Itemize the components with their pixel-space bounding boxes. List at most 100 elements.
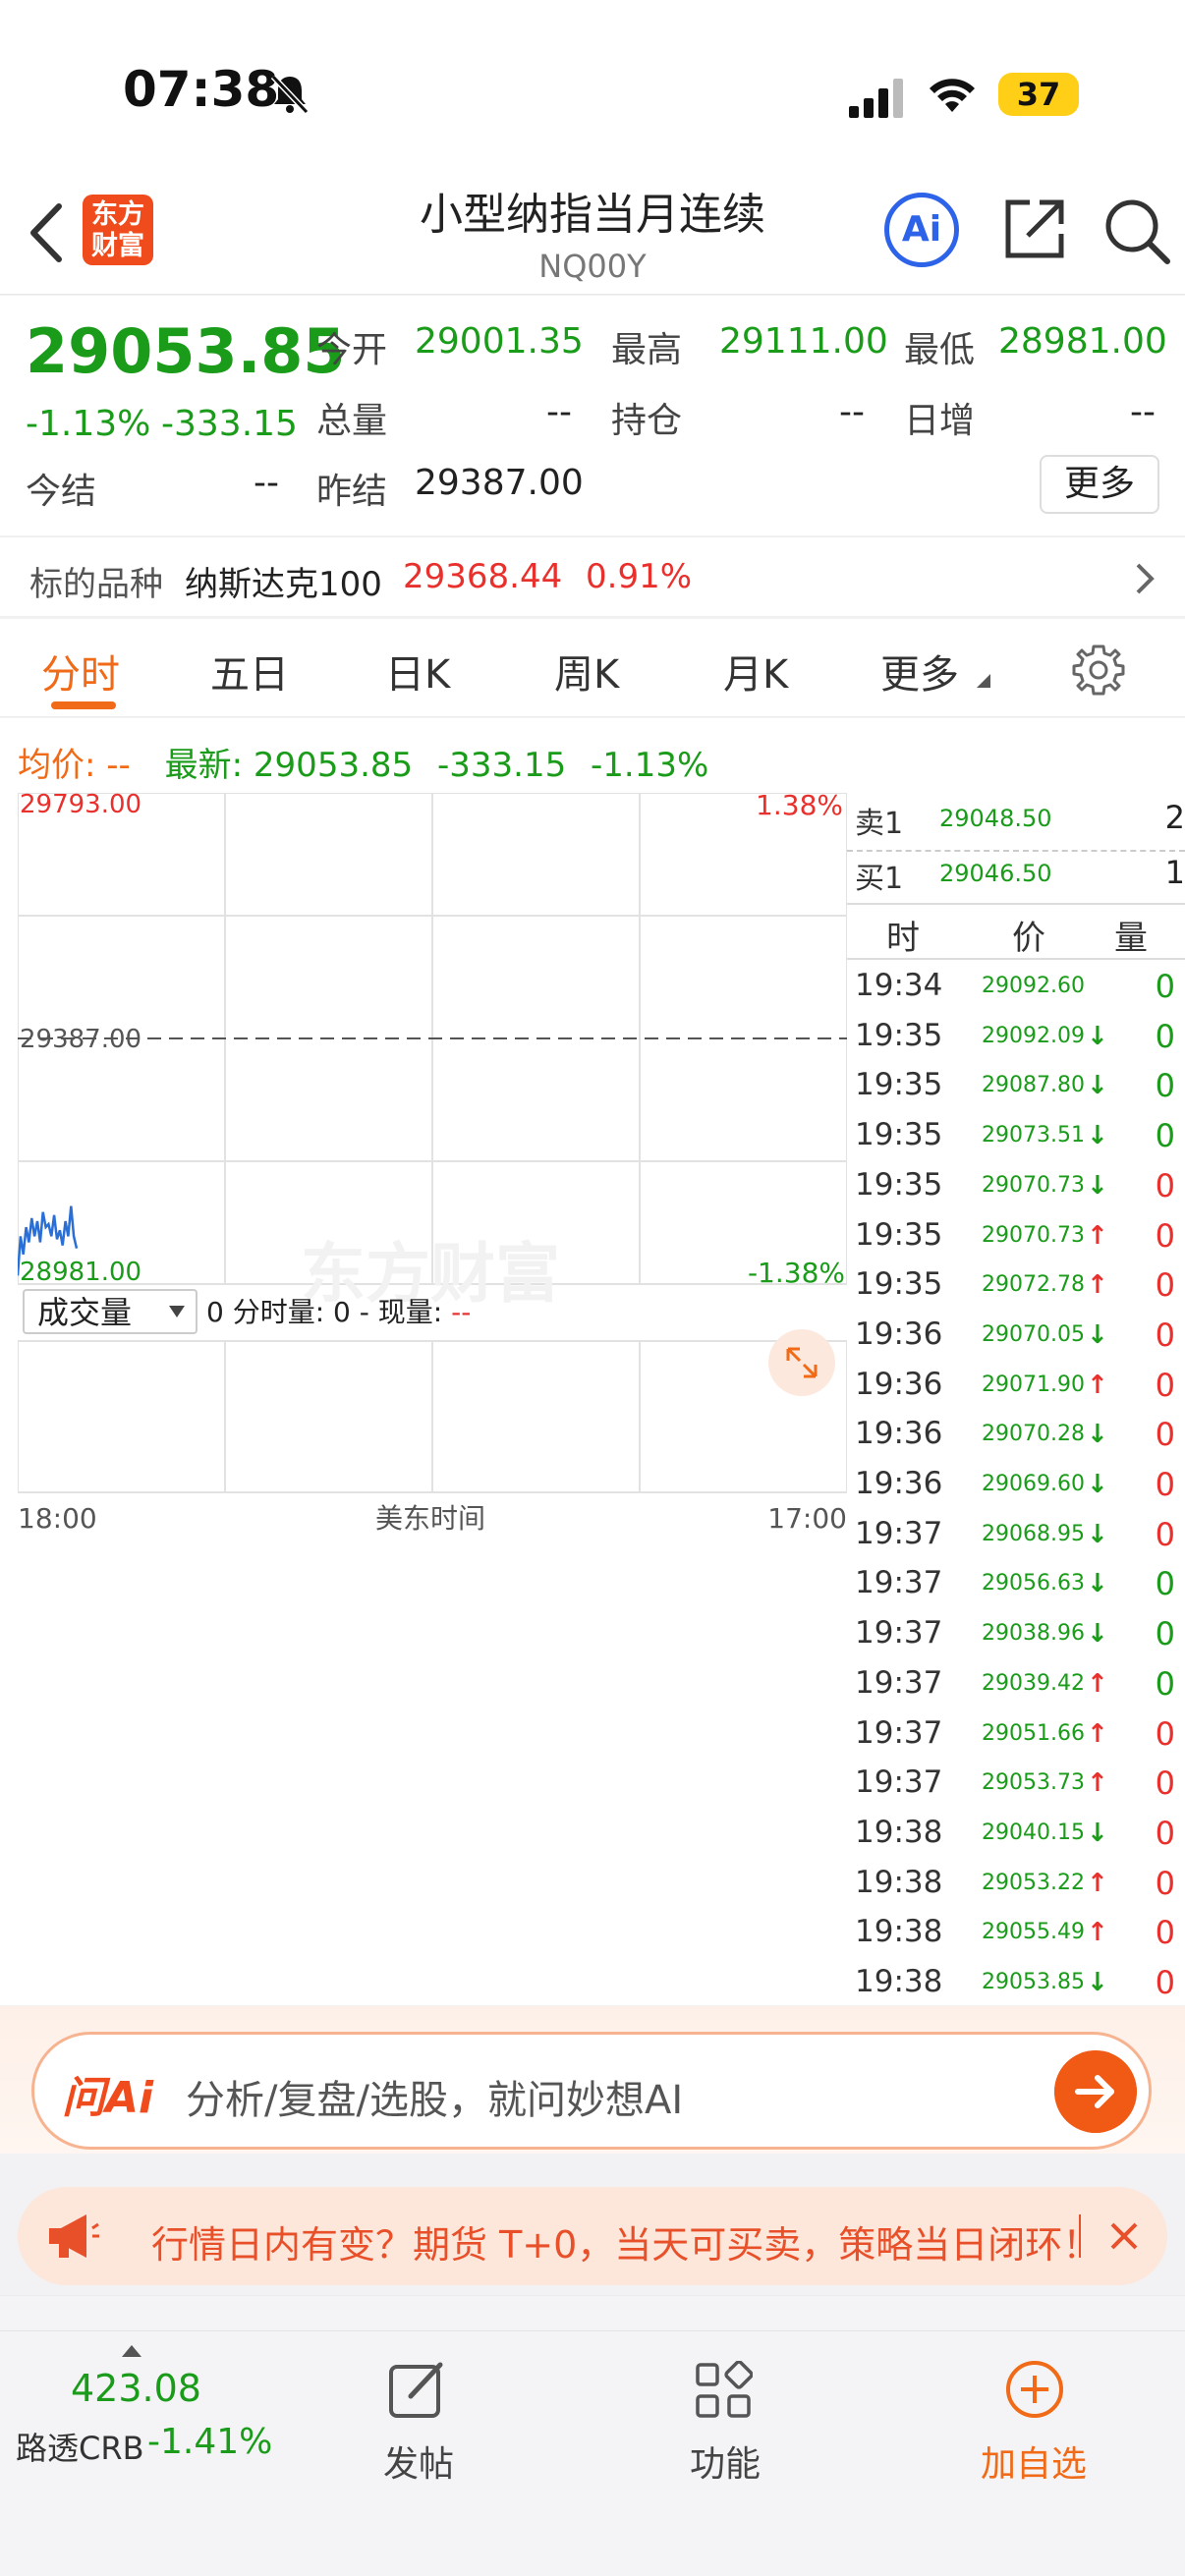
trade-qty: 0 xyxy=(1155,1664,1175,1703)
arrow-up-icon: ↑ xyxy=(1087,1918,1108,1948)
arrow-down-icon: ↓ xyxy=(1087,1071,1108,1101)
change-amount: -333.15 xyxy=(161,404,298,444)
latest-pct: -1.13% xyxy=(591,746,709,785)
trade-row: 19:37 29056.63 ↓ 0 xyxy=(847,1559,1185,1608)
intraday-chart[interactable]: 东方财富 29793.00 29387.00 28981.00 1.38% -1… xyxy=(18,793,847,1697)
wifi-icon xyxy=(930,79,975,112)
arrow-up-icon: ↑ xyxy=(1087,1718,1108,1749)
trade-qty: 0 xyxy=(1155,1366,1175,1404)
trade-time: 19:38 xyxy=(855,1864,943,1900)
latest-label: 最新: xyxy=(164,746,244,785)
col-qty: 量 xyxy=(1114,919,1148,958)
tab-more[interactable]: 更多 xyxy=(880,643,959,700)
underlying-change: 0.91% xyxy=(586,557,693,596)
y-max-label: 29793.00 xyxy=(20,793,141,819)
sell-label: 卖1 xyxy=(855,807,904,841)
ai-search-placeholder[interactable]: 分析/复盘/选股，就问妙想AI xyxy=(186,2068,683,2125)
underlying-bar[interactable]: 标的品种 纳斯达克100 29368.44 0.91% xyxy=(0,536,1185,617)
arrow-down-icon: ↓ xyxy=(1087,1470,1108,1499)
trade-qty: 0 xyxy=(1155,1814,1175,1852)
x-end-label: 17:00 xyxy=(767,1502,847,1535)
trade-price: 29038.96 xyxy=(982,1621,1085,1647)
post-button[interactable]: 发帖 xyxy=(344,2331,491,2508)
trade-price: 29053.85 xyxy=(982,1970,1085,1994)
ai-search-box[interactable]: 问Ai 分析/复盘/选股，就问妙想AI xyxy=(31,2032,1152,2150)
more-button[interactable]: 更多 xyxy=(1040,455,1159,514)
trade-qty: 0 xyxy=(1155,1017,1175,1055)
share-icon[interactable] xyxy=(1000,195,1069,263)
settle-label: 今结 xyxy=(26,472,97,512)
trade-row: 19:35 29092.09 ↓ 0 xyxy=(847,1012,1185,1061)
y-mid-label: 29387.00 xyxy=(20,1025,141,1054)
trade-row: 19:35 29073.51 ↓ 0 xyxy=(847,1111,1185,1160)
grid-apps-icon xyxy=(696,2361,753,2418)
tab-daily-k[interactable]: 日K xyxy=(385,643,450,700)
header-divider xyxy=(847,958,1185,960)
quote-panel: 29053.85 -1.13% -333.15 今开 29001.35 最高 2… xyxy=(0,296,1185,535)
promo-notice[interactable]: 行情日内有变？期货 T+0，当天可买卖，策略当日闭环！ xyxy=(18,2187,1167,2285)
arrow-right-icon[interactable] xyxy=(1054,2050,1137,2133)
logo-text-bottom: 财富 xyxy=(91,231,144,261)
search-icon[interactable] xyxy=(1100,195,1171,265)
trade-price: 29070.73 xyxy=(982,1222,1085,1248)
trade-price: 29073.51 xyxy=(982,1123,1085,1148)
tab-monthly-k[interactable]: 月K xyxy=(723,643,788,700)
trade-row: 19:37 29038.96 ↓ 0 xyxy=(847,1609,1185,1658)
chevron-right-icon xyxy=(1136,563,1155,594)
trade-qty: 0 xyxy=(1155,1216,1175,1255)
chart-area: 均价: -- 最新: 29053.85 -333.15 -1.13% 东方财富 … xyxy=(0,718,1185,2005)
functions-label: 功能 xyxy=(690,2444,762,2485)
tab-weekly-k[interactable]: 周K xyxy=(554,643,619,700)
back-arrow-icon[interactable] xyxy=(22,198,71,267)
trade-time: 19:38 xyxy=(855,1964,943,1999)
high-value: 29111.00 xyxy=(719,321,888,362)
add-watchlist-button[interactable]: 加自选 xyxy=(951,2331,1118,2508)
volume-selector[interactable]: 成交量 xyxy=(23,1289,198,1334)
battery-indicator: 37 xyxy=(998,73,1079,116)
expand-icon[interactable] xyxy=(768,1329,835,1396)
trade-qty: 0 xyxy=(1155,1466,1175,1503)
trade-list[interactable]: 卖1 29048.50 2 买1 29046.50 1 时 价 量 19:34 2… xyxy=(847,793,1185,2005)
close-icon[interactable] xyxy=(1104,2216,1144,2256)
trade-row: 19:36 29069.60 ↓ 0 xyxy=(847,1460,1185,1509)
trade-time: 19:37 xyxy=(855,1764,943,1801)
megaphone-icon xyxy=(49,2214,99,2258)
notice-separator xyxy=(1079,2214,1081,2258)
volume-label: 总量 xyxy=(316,401,388,441)
status-bar: 07:38 37 xyxy=(0,0,1185,167)
eastmoney-logo[interactable]: 东方 财富 xyxy=(83,195,153,265)
trade-time: 19:35 xyxy=(855,1216,943,1253)
trade-row: 19:37 29068.95 ↓ 0 xyxy=(847,1510,1185,1559)
daily-increase-label: 日增 xyxy=(904,401,976,441)
pct-max-label: 1.38% xyxy=(756,793,843,821)
gear-icon[interactable] xyxy=(1071,643,1126,698)
avg-label: 均价: xyxy=(18,746,96,785)
arrow-down-icon: ↓ xyxy=(1087,1121,1108,1151)
sell-price: 29048.50 xyxy=(939,805,1052,832)
trade-row: 19:38 29040.15 ↓ 0 xyxy=(847,1809,1185,1858)
crb-index-widget[interactable]: 423.08 路透CRB -1.41% xyxy=(0,2331,272,2508)
instrument-code: NQ00Y xyxy=(538,248,647,285)
section-divider xyxy=(0,2295,1185,2330)
arrow-up-icon: ↑ xyxy=(1087,1668,1108,1699)
tab-five-day[interactable]: 五日 xyxy=(210,643,289,700)
trade-row: 19:37 29039.42 ↑ 0 xyxy=(847,1659,1185,1708)
bell-muted-icon xyxy=(270,74,310,115)
change-percent: -1.13% xyxy=(26,404,151,444)
dropdown-triangle-icon xyxy=(977,674,990,688)
trade-qty: 0 xyxy=(1155,1864,1175,1902)
ai-button[interactable]: Ai xyxy=(884,193,959,267)
tab-intraday[interactable]: 分时 xyxy=(41,643,120,700)
page-title: 小型纳指当月连续 xyxy=(420,190,765,240)
trade-row: 19:38 29055.49 ↑ 0 xyxy=(847,1908,1185,1957)
avg-value: -- xyxy=(106,746,131,785)
functions-button[interactable]: 功能 xyxy=(650,2331,798,2508)
arrow-down-icon: ↓ xyxy=(1087,1968,1108,1997)
crb-name: 路透CRB xyxy=(16,2430,144,2467)
settle-value: -- xyxy=(254,463,279,503)
crb-change: -1.41% xyxy=(147,2422,273,2462)
trade-time: 19:38 xyxy=(855,1814,943,1850)
position-label: 持仓 xyxy=(611,401,683,441)
crb-value: 423.08 xyxy=(71,2367,201,2410)
trade-time: 19:37 xyxy=(855,1714,943,1751)
